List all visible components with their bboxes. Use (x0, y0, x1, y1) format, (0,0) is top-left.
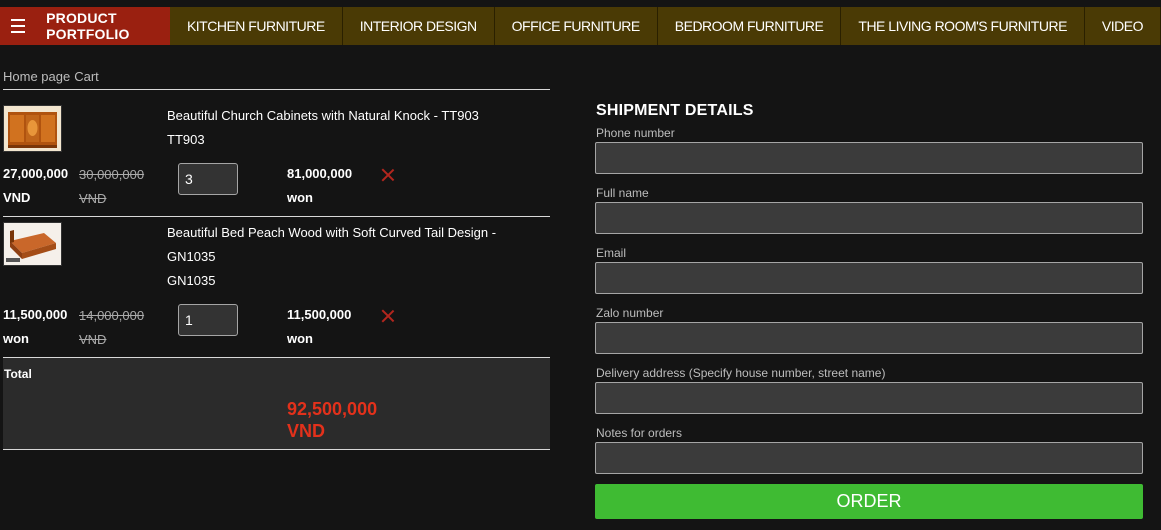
line-total: 81,000,000 won (287, 166, 353, 205)
email-label: Email (596, 246, 627, 260)
zalo-label: Zalo number (596, 306, 664, 320)
portfolio-label: PRODUCT PORTFOLIO (46, 10, 130, 42)
total-value: 92,500,000 VND (287, 399, 378, 441)
remove-item-icon[interactable] (381, 309, 395, 323)
full-name-input[interactable] (595, 202, 1143, 234)
product-thumbnail-cabinet[interactable] (3, 105, 62, 152)
product-portfolio-menu[interactable]: PRODUCT PORTFOLIO (0, 7, 170, 45)
nav-kitchen-furniture[interactable]: KITCHEN FURNITURE (170, 7, 343, 45)
unit-price: 27,000,000 VND (3, 166, 69, 205)
product-code: TT903 (167, 132, 205, 147)
hamburger-menu-icon[interactable] (11, 19, 26, 33)
breadcrumb: Home page Cart (3, 69, 103, 84)
remove-item-icon[interactable] (381, 168, 395, 182)
order-button[interactable]: ORDER (595, 484, 1143, 519)
old-price: 30,000,000 VND (79, 167, 145, 206)
nav-office-furniture[interactable]: OFFICE FURNITURE (495, 7, 658, 45)
old-price: 14,000,000 VND (79, 308, 145, 347)
notes-input[interactable] (595, 442, 1143, 474)
product-title-continued[interactable]: GN1035 (167, 245, 517, 269)
phone-label: Phone number (596, 126, 675, 140)
full-name-label: Full name (596, 186, 649, 200)
quantity-input[interactable] (178, 304, 238, 336)
phone-input[interactable] (595, 142, 1143, 174)
total-label: Total (4, 367, 32, 381)
nav-interior-design[interactable]: INTERIOR DESIGN (343, 7, 495, 45)
shipment-details-title: SHIPMENT DETAILS (596, 102, 754, 119)
nav-bedroom-furniture[interactable]: BEDROOM FURNITURE (658, 7, 842, 45)
zalo-input[interactable] (595, 322, 1143, 354)
breadcrumb-current: Cart (74, 69, 99, 84)
divider (3, 89, 550, 90)
product-title[interactable]: Beautiful Bed Peach Wood with Soft Curve… (167, 221, 517, 245)
quantity-input[interactable] (178, 163, 238, 195)
nav-living-room-furniture[interactable]: THE LIVING ROOM'S FURNITURE (841, 7, 1085, 45)
divider (3, 216, 550, 217)
notes-label: Notes for orders (596, 426, 683, 440)
cart-total: Total 92,500,000 VND (3, 358, 550, 450)
email-input[interactable] (595, 262, 1143, 294)
address-input[interactable] (595, 382, 1143, 414)
address-label: Delivery address (Specify house number, … (596, 366, 886, 380)
top-nav: PRODUCT PORTFOLIO KITCHEN FURNITURE INTE… (0, 7, 1161, 45)
line-total: 11,500,000 won (287, 307, 352, 346)
product-thumbnail-bed[interactable] (3, 222, 62, 266)
product-code: GN1035 (167, 273, 216, 288)
nav-video[interactable]: VIDEO (1085, 7, 1161, 45)
breadcrumb-home-link[interactable]: Home page (3, 69, 70, 84)
product-title[interactable]: Beautiful Church Cabinets with Natural K… (167, 104, 517, 128)
unit-price: 11,500,000 won (3, 307, 68, 346)
